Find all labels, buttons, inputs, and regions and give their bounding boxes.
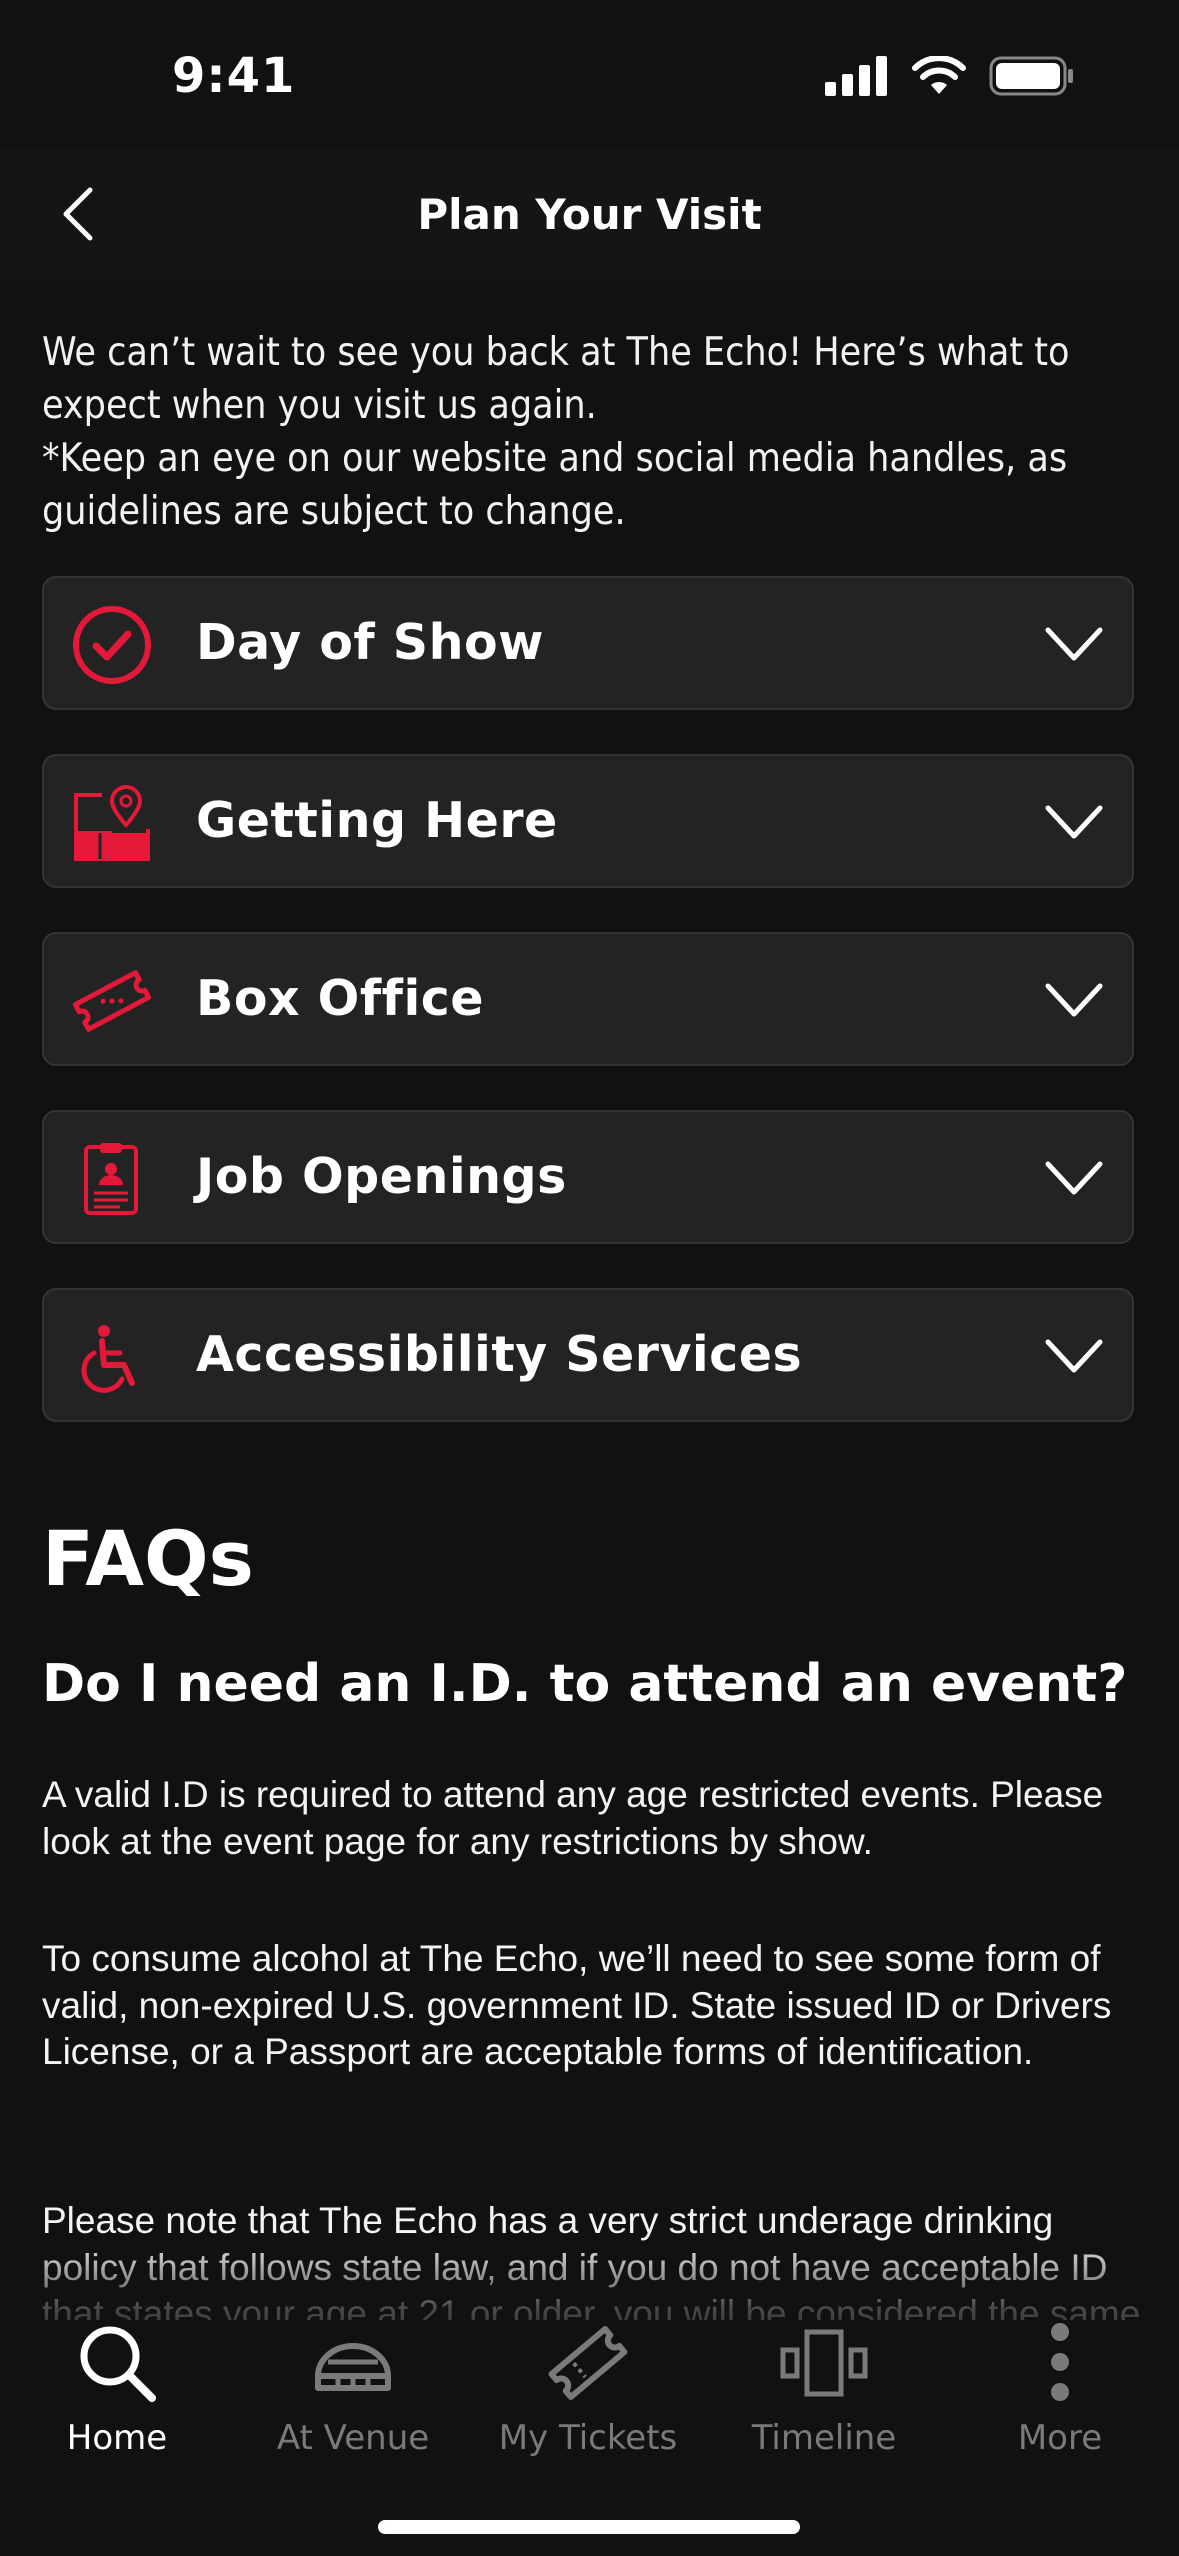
- map-pin-icon: [74, 785, 150, 861]
- intro-text: We can’t wait to see you back at The Ech…: [42, 326, 1142, 538]
- page-title: Plan Your Visit: [417, 190, 762, 239]
- faq-answer-paragraph: To consume alcohol at The Echo, we’ll ne…: [42, 1938, 1112, 2072]
- accordion-accessibility-services[interactable]: Accessibility Services: [42, 1288, 1134, 1422]
- intro-paragraph: We can’t wait to see you back at The Ech…: [42, 330, 1070, 428]
- accordion-label: Job Openings: [196, 1148, 567, 1205]
- accordion-label: Accessibility Services: [196, 1326, 803, 1383]
- tab-my-tickets[interactable]: My Tickets: [488, 2318, 688, 2458]
- timeline-icon: [780, 2329, 868, 2397]
- wheelchair-icon: [81, 1325, 135, 1393]
- faq-question: Do I need an I.D. to attend an event?: [42, 1654, 1128, 1714]
- faq-heading: FAQs: [42, 1514, 254, 1603]
- venue-icon: [315, 2343, 391, 2391]
- intro-note: *Keep an eye on our website and social m…: [42, 436, 1068, 534]
- chevron-down-icon: [1045, 1339, 1103, 1373]
- tab-at-venue[interactable]: At Venue: [253, 2318, 453, 2458]
- search-icon: [80, 2326, 156, 2402]
- tab-label: At Venue: [276, 2418, 430, 2458]
- accordion-label: Getting Here: [196, 792, 558, 849]
- ticket-icon: [72, 970, 152, 1032]
- check-circle-icon: [73, 606, 151, 684]
- status-time: 9:41: [172, 48, 296, 104]
- tab-label: Home: [66, 2418, 168, 2458]
- tab-label: More: [1017, 2418, 1103, 2458]
- tab-home[interactable]: Home: [17, 2318, 217, 2458]
- accordion-job-openings[interactable]: Job Openings: [42, 1110, 1134, 1244]
- chevron-down-icon: [1045, 1161, 1103, 1195]
- home-indicator: [378, 2520, 800, 2534]
- status-icons: [825, 56, 1075, 96]
- accordion-box-office[interactable]: Box Office: [42, 932, 1134, 1066]
- tab-more[interactable]: More: [960, 2318, 1160, 2458]
- chevron-down-icon: [1045, 983, 1103, 1017]
- accordion-label: Box Office: [196, 970, 485, 1027]
- tab-timeline[interactable]: Timeline: [724, 2318, 924, 2458]
- accordion-day-of-show[interactable]: Day of Show: [42, 576, 1134, 710]
- tab-label: My Tickets: [498, 2418, 678, 2458]
- ticket-icon: [548, 2326, 628, 2400]
- tab-label: Timeline: [751, 2418, 897, 2458]
- accordion-label: Day of Show: [196, 614, 544, 671]
- battery-icon: [989, 56, 1073, 96]
- more-vertical-icon: [1051, 2323, 1069, 2401]
- wifi-icon: [912, 56, 966, 94]
- job-clipboard-icon: [84, 1143, 138, 1215]
- accordion-getting-here[interactable]: Getting Here: [42, 754, 1134, 888]
- chevron-down-icon: [1045, 805, 1103, 839]
- faq-answer-paragraph: A valid I.D is required to attend any ag…: [42, 1774, 1104, 1862]
- chevron-down-icon: [1045, 627, 1103, 661]
- cellular-signal-icon: [825, 56, 887, 96]
